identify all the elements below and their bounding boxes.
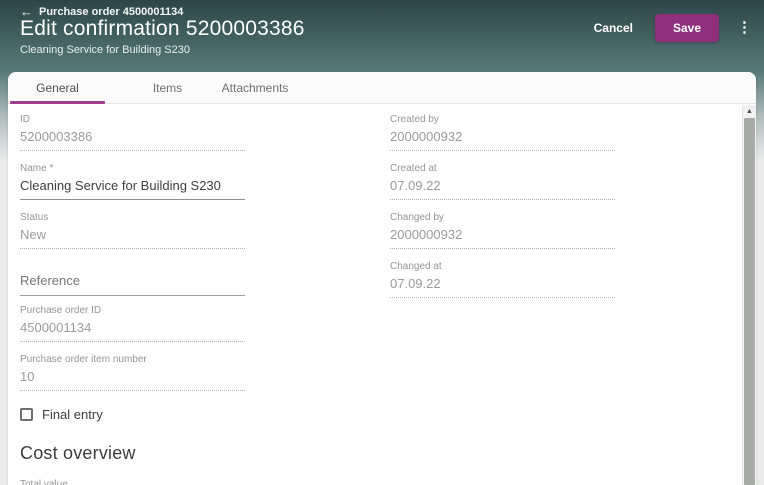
page-subtitle: Cleaning Service for Building S230 xyxy=(20,44,190,56)
final-entry-checkbox[interactable] xyxy=(20,408,33,421)
field-id: ID 5200003386 xyxy=(20,113,245,151)
back-label: Purchase order 4500001134 xyxy=(39,6,183,18)
field-created-at: Created at 07.09.22 xyxy=(390,162,615,200)
cancel-button[interactable]: Cancel xyxy=(586,15,641,41)
selected-tab-indicator xyxy=(10,101,105,104)
field-status-label: Status xyxy=(20,211,245,225)
field-total-value: Total value 0,00 € xyxy=(20,478,245,485)
field-name-input[interactable] xyxy=(20,176,245,199)
field-changed-by: Changed by 2000000932 xyxy=(390,211,615,249)
header-actions: Cancel Save ⋮ xyxy=(586,14,756,41)
field-status: Status New xyxy=(20,211,245,249)
app-header: ← Purchase order 4500001134 Edit confirm… xyxy=(0,0,764,72)
cost-overview-heading: Cost overview xyxy=(20,443,245,464)
field-purchase-order-id-value: 4500001134 xyxy=(20,318,245,341)
tab-general-label: General xyxy=(36,81,79,95)
field-id-value: 5200003386 xyxy=(20,127,245,150)
overflow-menu-icon[interactable]: ⋮ xyxy=(733,18,756,37)
final-entry-label: Final entry xyxy=(42,407,103,422)
content-card: General Items Attachments ID 5200003386 … xyxy=(8,72,756,485)
field-changed-by-value: 2000000932 xyxy=(390,225,615,248)
field-changed-at-value: 07.09.22 xyxy=(390,274,615,297)
field-reference xyxy=(20,266,245,296)
field-purchase-order-item-number: Purchase order item number 10 xyxy=(20,353,245,391)
field-created-by: Created by 2000000932 xyxy=(390,113,615,151)
save-button[interactable]: Save xyxy=(655,14,719,42)
field-id-label: ID xyxy=(20,113,245,127)
field-changed-at: Changed at 07.09.22 xyxy=(390,260,615,298)
tab-general[interactable]: General xyxy=(10,72,105,104)
page-title: Edit confirmation 5200003386 xyxy=(20,17,305,41)
field-created-at-label: Created at xyxy=(390,162,615,176)
field-total-value-label: Total value xyxy=(20,478,245,485)
field-purchase-order-id-label: Purchase order ID xyxy=(20,304,245,318)
field-purchase-order-id: Purchase order ID 4500001134 xyxy=(20,304,245,342)
field-name: Name * xyxy=(20,162,245,200)
field-purchase-order-item-number-label: Purchase order item number xyxy=(20,353,245,367)
field-created-at-value: 07.09.22 xyxy=(390,176,615,199)
vertical-scrollbar[interactable]: ▲ xyxy=(742,105,756,485)
field-changed-at-label: Changed at xyxy=(390,260,615,274)
final-entry-row[interactable]: Final entry xyxy=(20,407,245,422)
tab-bar: General Items Attachments xyxy=(8,72,756,104)
field-created-by-label: Created by xyxy=(390,113,615,127)
field-created-by-value: 2000000932 xyxy=(390,127,615,150)
field-changed-by-label: Changed by xyxy=(390,211,615,225)
field-purchase-order-item-number-value: 10 xyxy=(20,367,245,390)
general-tab-content: ID 5200003386 Name * Status New Purchase… xyxy=(8,105,742,485)
tab-items-label: Items xyxy=(153,81,182,95)
scrollbar-thumb[interactable] xyxy=(744,118,755,485)
form-left-column: ID 5200003386 Name * Status New Purchase… xyxy=(20,113,245,485)
field-name-label: Name * xyxy=(20,162,245,176)
field-reference-input[interactable] xyxy=(20,266,245,295)
field-status-value: New xyxy=(20,225,245,248)
scroll-up-arrow-icon[interactable]: ▲ xyxy=(743,105,756,118)
tab-attachments[interactable]: Attachments xyxy=(190,72,320,104)
tab-attachments-label: Attachments xyxy=(222,81,289,95)
form-right-column: Created by 2000000932 Created at 07.09.2… xyxy=(390,113,615,485)
